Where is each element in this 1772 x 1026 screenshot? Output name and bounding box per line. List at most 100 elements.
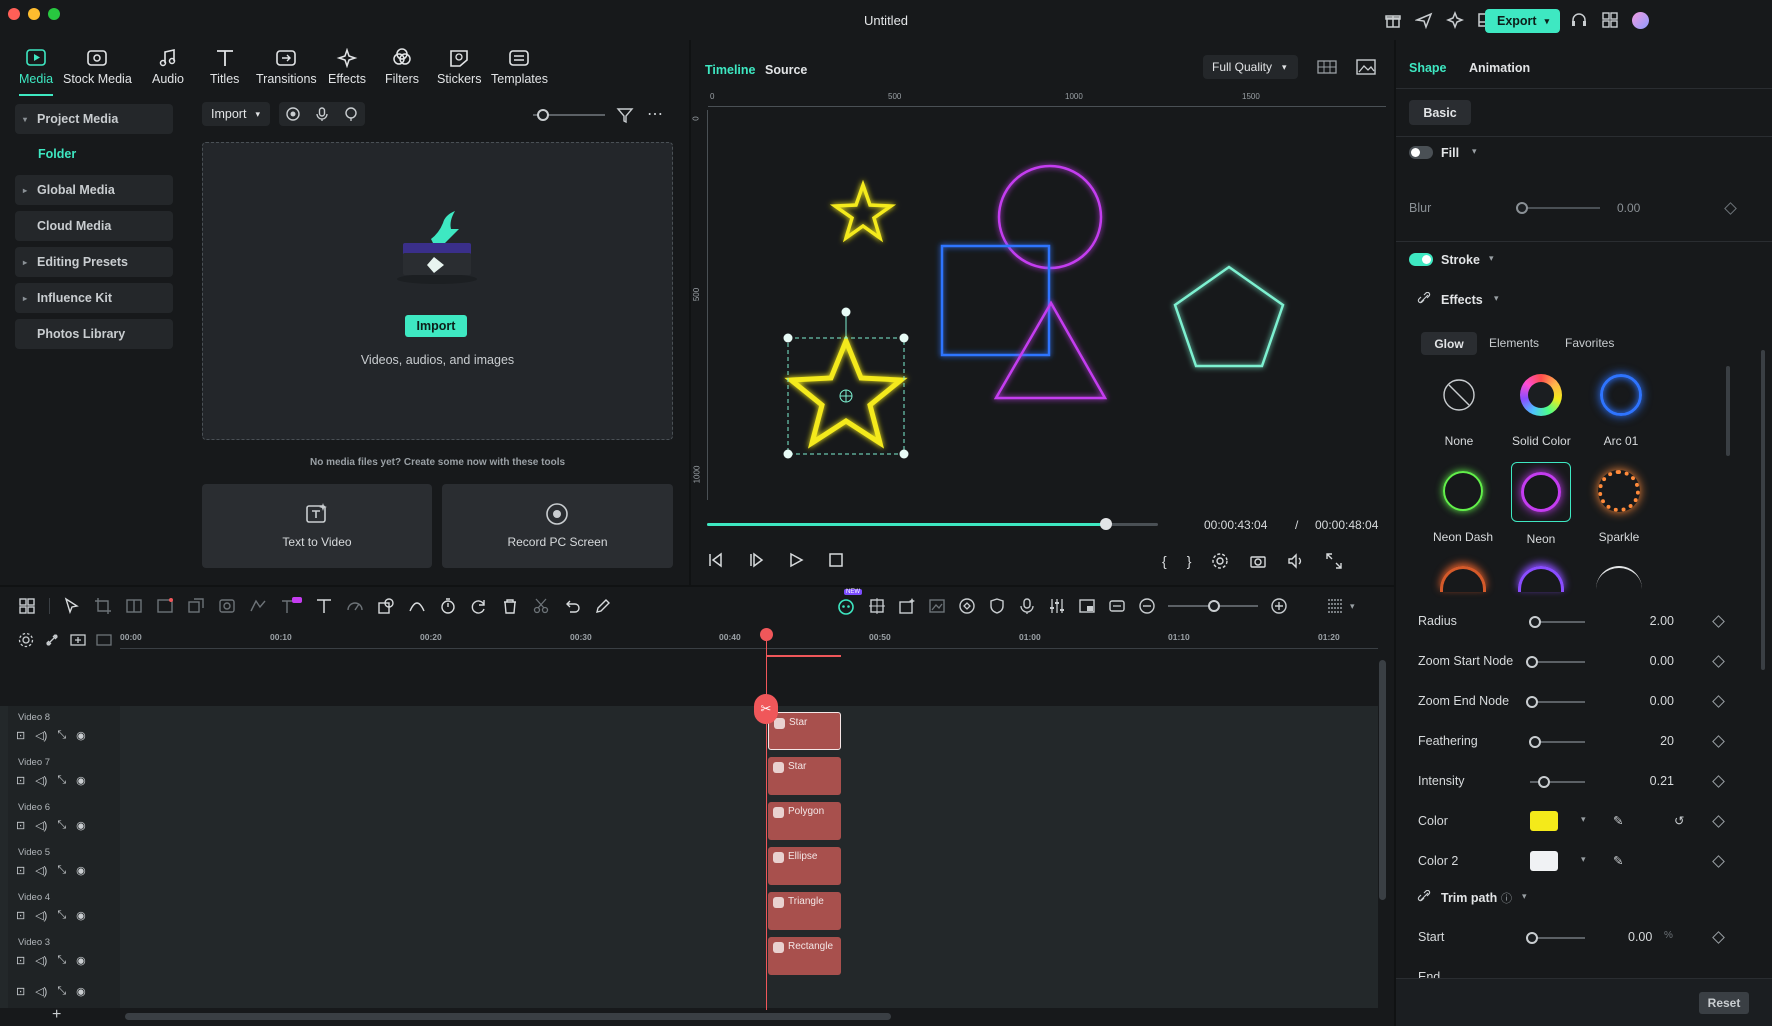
tab-source[interactable]: Source bbox=[765, 63, 807, 77]
import-button[interactable]: Import bbox=[405, 315, 467, 337]
more-options-icon[interactable]: ⋯ bbox=[647, 104, 664, 124]
playhead-handle[interactable] bbox=[760, 628, 773, 641]
neon-rectangle[interactable] bbox=[940, 244, 1051, 357]
effect-premium-1[interactable] bbox=[1440, 566, 1486, 592]
eye-icon[interactable]: ◉ bbox=[76, 985, 86, 998]
hide-effects-icon[interactable]: ⤡ bbox=[57, 864, 66, 877]
neon-triangle[interactable] bbox=[993, 300, 1108, 400]
mask-icon[interactable] bbox=[218, 597, 236, 615]
tab-audio[interactable]: Audio bbox=[152, 48, 184, 86]
eye-icon[interactable]: ◉ bbox=[76, 729, 86, 742]
scissors-icon[interactable]: ✂ bbox=[754, 694, 778, 724]
play-icon[interactable] bbox=[787, 552, 805, 568]
hide-effects-icon[interactable]: ⤡ bbox=[57, 819, 66, 832]
sidebar-item-influence-kit[interactable]: ▸ Influence Kit bbox=[15, 283, 173, 313]
sidebar-item-editing-presets[interactable]: ▸ Editing Presets bbox=[15, 247, 173, 277]
tab-glow[interactable]: Glow bbox=[1421, 332, 1477, 355]
speed-icon[interactable] bbox=[346, 597, 364, 615]
add-track-icon[interactable] bbox=[70, 632, 86, 648]
tab-stock-media[interactable]: Stock Media bbox=[63, 48, 132, 86]
chevron-down-icon[interactable]: ▾ bbox=[1522, 891, 1527, 902]
color-swatch[interactable] bbox=[1530, 811, 1558, 831]
select-pointer-icon[interactable] bbox=[63, 597, 81, 615]
zoom-out-icon[interactable] bbox=[1138, 597, 1156, 615]
slider-knob[interactable] bbox=[1526, 696, 1538, 708]
timeline-ruler[interactable]: 00:00 00:10 00:20 00:30 00:40 00:50 01:0… bbox=[0, 622, 1378, 660]
volume-icon[interactable]: ◁) bbox=[35, 774, 47, 787]
volume-icon[interactable]: ◁) bbox=[35, 954, 47, 967]
keyframe-diamond-icon[interactable] bbox=[1712, 735, 1725, 748]
timeline-horizontal-scrollbar[interactable] bbox=[125, 1013, 891, 1020]
tab-templates[interactable]: Templates bbox=[491, 48, 548, 86]
add-track-plus-icon[interactable]: + bbox=[52, 1006, 61, 1024]
lock-icon[interactable]: ⊡ bbox=[16, 729, 25, 742]
zoom-in-icon[interactable] bbox=[1270, 597, 1288, 615]
slider-knob[interactable] bbox=[1208, 600, 1220, 612]
track-settings-icon[interactable] bbox=[18, 632, 34, 648]
chevron-down-icon[interactable]: ▾ bbox=[1581, 854, 1586, 865]
timeline-clip[interactable]: Rectangle bbox=[768, 937, 841, 975]
voiceover-mic-icon[interactable] bbox=[1018, 597, 1036, 615]
text-to-video-card[interactable]: Text to Video bbox=[202, 484, 432, 568]
scissors-icon[interactable] bbox=[532, 597, 550, 615]
stroke-toggle[interactable] bbox=[1409, 253, 1433, 266]
camera-icon[interactable] bbox=[1249, 552, 1267, 570]
hide-effects-icon[interactable]: ⤡ bbox=[57, 729, 66, 742]
tab-basic[interactable]: Basic bbox=[1409, 100, 1471, 125]
motion-track-icon[interactable] bbox=[958, 597, 976, 615]
scene-detect-icon[interactable] bbox=[928, 597, 946, 615]
reset-button[interactable]: Reset bbox=[1699, 992, 1749, 1014]
chevron-down-icon[interactable]: ▾ bbox=[1489, 253, 1494, 264]
hide-effects-icon[interactable]: ⤡ bbox=[57, 985, 66, 998]
record-screen-card[interactable]: Record PC Screen bbox=[442, 484, 673, 568]
tab-favorites[interactable]: Favorites bbox=[1565, 336, 1614, 350]
volume-icon[interactable]: ◁) bbox=[35, 864, 47, 877]
lock-icon[interactable]: ⊡ bbox=[16, 774, 25, 787]
tab-media[interactable]: Media bbox=[19, 48, 54, 96]
shape-icon[interactable] bbox=[377, 597, 395, 615]
tab-filters[interactable]: Filters bbox=[385, 48, 419, 86]
fit-timeline-icon[interactable] bbox=[1108, 597, 1126, 615]
playback-progress[interactable] bbox=[707, 518, 1158, 530]
volume-icon[interactable]: ◁) bbox=[35, 909, 47, 922]
lock-icon[interactable]: ⊡ bbox=[16, 909, 25, 922]
eye-icon[interactable]: ◉ bbox=[76, 954, 86, 967]
timeline-clip[interactable]: Ellipse bbox=[768, 847, 841, 885]
eye-icon[interactable]: ◉ bbox=[76, 909, 86, 922]
slider-knob[interactable] bbox=[1528, 736, 1541, 748]
hide-effects-icon[interactable]: ⤡ bbox=[57, 909, 66, 922]
volume-icon[interactable]: ◁) bbox=[35, 729, 47, 742]
panel-divider[interactable] bbox=[689, 40, 691, 585]
blur-slider[interactable] bbox=[1516, 202, 1600, 214]
eye-icon[interactable]: ◉ bbox=[76, 864, 86, 877]
grid-view-icon[interactable] bbox=[1317, 58, 1337, 76]
redo-rotate-icon[interactable] bbox=[470, 597, 488, 615]
crop-icon[interactable] bbox=[94, 597, 112, 615]
sidebar-item-folder[interactable]: Folder bbox=[38, 147, 76, 161]
keyframe-diamond-icon[interactable] bbox=[1712, 655, 1725, 668]
chevron-down-icon[interactable]: ▾ bbox=[1472, 146, 1477, 157]
param-slider[interactable] bbox=[1526, 656, 1585, 668]
keyframe-diamond-icon[interactable] bbox=[1712, 815, 1725, 828]
previous-frame-icon[interactable] bbox=[707, 552, 725, 568]
effect-arc-01[interactable]: Arc 01 bbox=[1596, 370, 1646, 448]
settings-gear-icon[interactable] bbox=[1211, 552, 1229, 570]
ai-text-icon[interactable] bbox=[280, 597, 302, 615]
keyframe-diamond-icon[interactable] bbox=[1712, 695, 1725, 708]
keyframe-diamond-icon[interactable] bbox=[1712, 931, 1725, 944]
unlink-icon[interactable] bbox=[44, 632, 60, 648]
reset-color-icon[interactable]: ↺ bbox=[1674, 813, 1684, 828]
effect-sparkle[interactable]: Sparkle bbox=[1594, 466, 1644, 544]
timeline-clip[interactable]: Polygon bbox=[768, 802, 841, 840]
tab-transitions[interactable]: Transitions bbox=[256, 48, 317, 86]
headset-icon[interactable] bbox=[1570, 11, 1588, 29]
smart-cut-icon[interactable] bbox=[898, 597, 916, 615]
effect-premium-3[interactable] bbox=[1596, 566, 1642, 592]
undo-icon[interactable] bbox=[563, 597, 581, 615]
send-icon[interactable] bbox=[1415, 11, 1433, 29]
eyedropper-icon[interactable]: ✎ bbox=[1613, 853, 1623, 868]
slider-knob[interactable] bbox=[1516, 202, 1528, 214]
track-height-icon[interactable] bbox=[96, 632, 112, 648]
detach-icon[interactable] bbox=[187, 597, 205, 615]
track-layout-icon[interactable] bbox=[1326, 597, 1344, 615]
